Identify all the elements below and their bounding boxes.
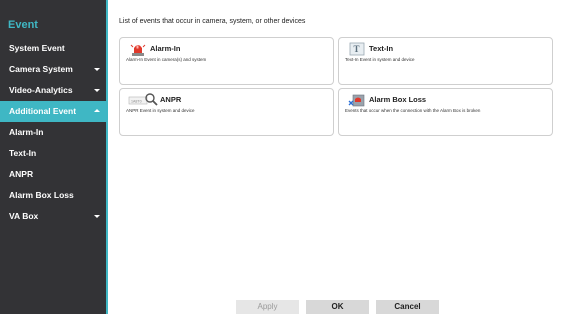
card-title: ANPR xyxy=(160,95,182,104)
sidebar-item-label: VA Box xyxy=(9,211,39,221)
sidebar-item-alarm-in[interactable]: Alarm-In xyxy=(0,122,106,143)
chevron-up-icon xyxy=(94,109,100,112)
alarm-light-icon xyxy=(128,41,148,57)
sidebar-item-camera-system[interactable]: Camera System xyxy=(0,59,106,80)
page-description: List of events that occur in camera, sys… xyxy=(119,18,306,25)
card-title: Text-In xyxy=(369,44,394,53)
chevron-down-icon xyxy=(94,68,100,71)
card-description: Alarm-In Event in camera(s) and system xyxy=(126,57,207,62)
sidebar-item-video-analytics[interactable]: Video-Analytics xyxy=(0,80,106,101)
chevron-down-icon xyxy=(94,215,100,218)
sidebar: Event System Event Camera System Video-A… xyxy=(0,0,108,314)
sidebar-item-va-box[interactable]: VA Box xyxy=(0,206,106,227)
event-card-text-in[interactable]: T Text-In Text-In Event in system and de… xyxy=(338,37,553,85)
sidebar-menu: System Event Camera System Video-Analyti… xyxy=(0,38,106,227)
sidebar-item-system-event[interactable]: System Event xyxy=(0,38,106,59)
apply-button[interactable]: Apply xyxy=(236,300,299,314)
card-description: Text-In Event in system and device xyxy=(345,57,415,62)
sidebar-item-additional-event[interactable]: Additional Event xyxy=(0,101,106,122)
sidebar-item-label: Text-In xyxy=(9,148,37,158)
sidebar-item-label: Alarm-In xyxy=(9,127,44,137)
alarm-box-disconnect-icon xyxy=(347,92,367,108)
card-title: Alarm Box Loss xyxy=(369,95,427,104)
sidebar-title: Event xyxy=(8,19,38,31)
card-description: Events that occur when the connection wi… xyxy=(345,108,481,113)
plate-text: 1A8T0 xyxy=(131,99,142,103)
event-card-alarm-box-loss[interactable]: Alarm Box Loss Events that occur when th… xyxy=(338,88,553,136)
event-card-alarm-in[interactable]: Alarm-In Alarm-In Event in camera(s) and… xyxy=(119,37,334,85)
event-card-anpr[interactable]: 1A8T0 ANPR ANPR Event in system and devi… xyxy=(119,88,334,136)
sidebar-item-label: Video-Analytics xyxy=(9,85,73,95)
sidebar-item-label: Alarm Box Loss xyxy=(9,190,74,200)
chevron-down-icon xyxy=(94,89,100,92)
card-title: Alarm-In xyxy=(150,44,181,53)
sidebar-item-anpr[interactable]: ANPR xyxy=(0,164,106,185)
sidebar-item-label: System Event xyxy=(9,43,65,53)
license-plate-search-icon: 1A8T0 xyxy=(128,92,158,108)
sidebar-item-label: Additional Event xyxy=(9,106,77,116)
sidebar-item-label: ANPR xyxy=(9,169,34,179)
cancel-button[interactable]: Cancel xyxy=(376,300,439,314)
svg-text:T: T xyxy=(354,44,360,54)
ok-button[interactable]: OK xyxy=(306,300,369,314)
sidebar-item-label: Camera System xyxy=(9,64,73,74)
text-document-icon: T xyxy=(347,41,367,57)
sidebar-item-alarm-box-loss[interactable]: Alarm Box Loss xyxy=(0,185,106,206)
card-description: ANPR Event in system and device xyxy=(126,108,195,113)
sidebar-item-text-in[interactable]: Text-In xyxy=(0,143,106,164)
